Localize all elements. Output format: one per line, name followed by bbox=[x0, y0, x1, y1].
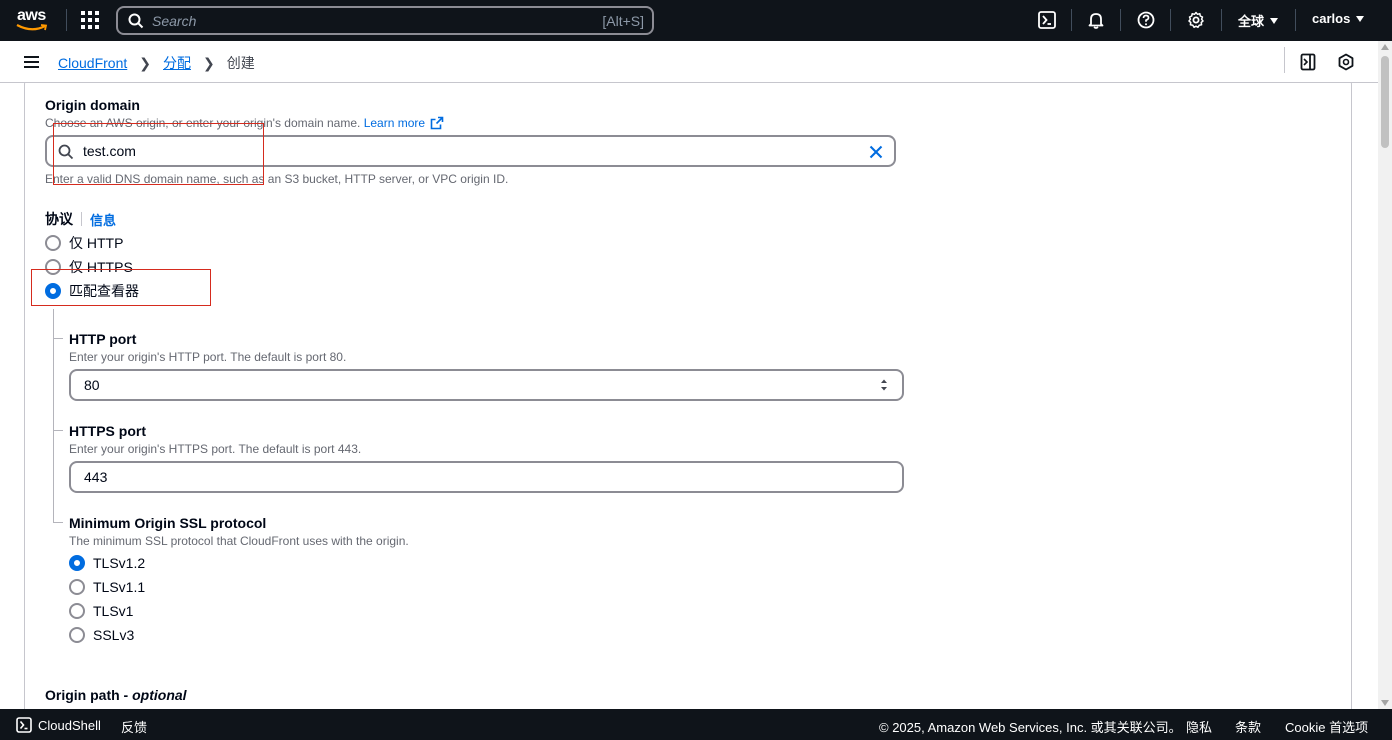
radio-button[interactable] bbox=[69, 579, 85, 595]
radio-label: 仅 HTTP bbox=[69, 235, 124, 251]
ssl-option-sslv3[interactable]: SSLv3 bbox=[69, 627, 134, 643]
external-link-icon bbox=[431, 116, 444, 130]
clear-close-icon[interactable] bbox=[868, 144, 884, 160]
ssl-option-tlsv11[interactable]: TLSv1.1 bbox=[69, 579, 145, 595]
ssl-option-tlsv12[interactable]: TLSv1.2 bbox=[69, 555, 145, 571]
chevron-down-icon bbox=[1356, 15, 1365, 22]
nav-divider bbox=[1170, 9, 1171, 31]
cloudshell-icon bbox=[16, 717, 32, 733]
protocol-label-row: 协议 信息 bbox=[45, 209, 116, 229]
annotation-box bbox=[31, 269, 211, 306]
breadcrumb: CloudFront ❯ 分配 ❯ 创建 bbox=[58, 53, 255, 73]
label-divider bbox=[81, 212, 82, 226]
http-port-input[interactable]: 80 bbox=[69, 369, 904, 401]
notifications-bell-icon[interactable] bbox=[1087, 11, 1105, 29]
optional-tag: optional bbox=[132, 687, 187, 703]
cloudshell-icon[interactable] bbox=[1038, 11, 1056, 29]
cloudfront-hex-icon[interactable] bbox=[1337, 53, 1355, 71]
chevron-right-icon: ❯ bbox=[203, 54, 215, 71]
ssl-protocol-label: Minimum Origin SSL protocol bbox=[69, 515, 267, 531]
annotation-box bbox=[53, 123, 264, 185]
breadcrumb-link-cloudfront[interactable]: CloudFront bbox=[58, 55, 127, 71]
cookie-preferences-link[interactable]: Cookie 首选项 bbox=[1285, 717, 1368, 736]
search-icon bbox=[128, 13, 144, 29]
region-label: 全球 bbox=[1238, 14, 1265, 29]
chevron-down-icon bbox=[1270, 17, 1279, 24]
nav-divider bbox=[1221, 9, 1222, 31]
scrollbar-thumb[interactable] bbox=[1381, 56, 1389, 148]
breadcrumb-link-distributions[interactable]: 分配 bbox=[163, 53, 191, 73]
radio-button-selected[interactable] bbox=[69, 555, 85, 571]
chevron-right-icon: ❯ bbox=[139, 54, 151, 71]
scroll-up-arrow-icon[interactable] bbox=[1381, 44, 1389, 50]
cloudshell-button[interactable]: CloudShell bbox=[16, 717, 101, 733]
tree-connector-line bbox=[53, 309, 54, 522]
radio-button[interactable] bbox=[69, 627, 85, 643]
nav-divider bbox=[1071, 9, 1072, 31]
aws-logo[interactable]: aws bbox=[16, 7, 50, 35]
https-port-label: HTTPS port bbox=[69, 423, 146, 439]
tree-connector-branch bbox=[53, 430, 63, 431]
stepper-arrows-icon[interactable] bbox=[880, 378, 888, 392]
breadcrumb-current: 创建 bbox=[226, 55, 255, 71]
radio-button[interactable] bbox=[45, 235, 61, 251]
radio-button[interactable] bbox=[69, 603, 85, 619]
account-menu[interactable]: carlos bbox=[1312, 11, 1365, 26]
http-port-value: 80 bbox=[84, 377, 100, 393]
origin-path-label: Origin path - optional bbox=[45, 687, 187, 703]
toolbar-divider bbox=[1284, 47, 1285, 73]
tree-connector-branch bbox=[53, 338, 63, 339]
main-content: Origin domain Choose an AWS origin, or e… bbox=[0, 83, 1378, 709]
account-username: carlos bbox=[1312, 11, 1351, 26]
menu-hamburger-icon[interactable] bbox=[24, 56, 39, 68]
cloudshell-label: CloudShell bbox=[38, 717, 101, 733]
side-panel-icon[interactable] bbox=[1299, 53, 1317, 71]
https-port-value: 443 bbox=[84, 469, 108, 485]
footer: CloudShell 反馈 © 2025, Amazon Web Service… bbox=[0, 709, 1392, 740]
http-port-description: Enter your origin's HTTP port. The defau… bbox=[69, 350, 347, 364]
http-port-label: HTTP port bbox=[69, 331, 137, 347]
services-grid-icon[interactable] bbox=[81, 11, 99, 29]
terms-link[interactable]: 条款 bbox=[1235, 717, 1261, 736]
aws-smile-icon bbox=[16, 24, 48, 31]
ssl-option-tlsv1[interactable]: TLSv1 bbox=[69, 603, 133, 619]
https-port-description: Enter your origin's HTTPS port. The defa… bbox=[69, 442, 362, 456]
radio-label: TLSv1.1 bbox=[93, 579, 146, 595]
search-placeholder: Search bbox=[152, 13, 197, 29]
region-selector[interactable]: 全球 bbox=[1238, 11, 1279, 30]
tree-connector-branch bbox=[53, 522, 63, 523]
https-port-input[interactable]: 443 bbox=[69, 461, 904, 493]
help-icon[interactable] bbox=[1137, 11, 1155, 29]
ssl-protocol-description: The minimum SSL protocol that CloudFront… bbox=[69, 534, 409, 548]
copyright-text: © 2025, Amazon Web Services, Inc. 或其关联公司… bbox=[879, 720, 1182, 735]
protocol-info-link[interactable]: 信息 bbox=[90, 210, 116, 229]
settings-gear-icon[interactable] bbox=[1187, 11, 1205, 29]
learn-more-link[interactable]: Learn more bbox=[364, 116, 445, 130]
scroll-down-arrow-icon[interactable] bbox=[1381, 700, 1389, 706]
protocol-label: 协议 bbox=[45, 211, 73, 227]
nav-divider bbox=[1120, 9, 1121, 31]
search-bar[interactable]: Search [Alt+S] bbox=[116, 6, 654, 35]
radio-label: SSLv3 bbox=[93, 627, 135, 643]
feedback-link[interactable]: 反馈 bbox=[121, 717, 147, 736]
top-navigation: aws Search [Alt+S] 全球 carlos bbox=[0, 0, 1392, 41]
search-shortcut: [Alt+S] bbox=[602, 13, 644, 29]
protocol-option-http-only[interactable]: 仅 HTTP bbox=[45, 233, 123, 253]
privacy-link[interactable]: 隐私 bbox=[1186, 717, 1212, 736]
breadcrumb-bar: CloudFront ❯ 分配 ❯ 创建 bbox=[0, 41, 1378, 83]
nav-divider bbox=[66, 9, 67, 31]
origin-domain-label: Origin domain bbox=[45, 97, 140, 113]
radio-label: TLSv1 bbox=[93, 603, 134, 619]
radio-label: TLSv1.2 bbox=[93, 555, 146, 571]
nav-divider bbox=[1295, 9, 1296, 31]
